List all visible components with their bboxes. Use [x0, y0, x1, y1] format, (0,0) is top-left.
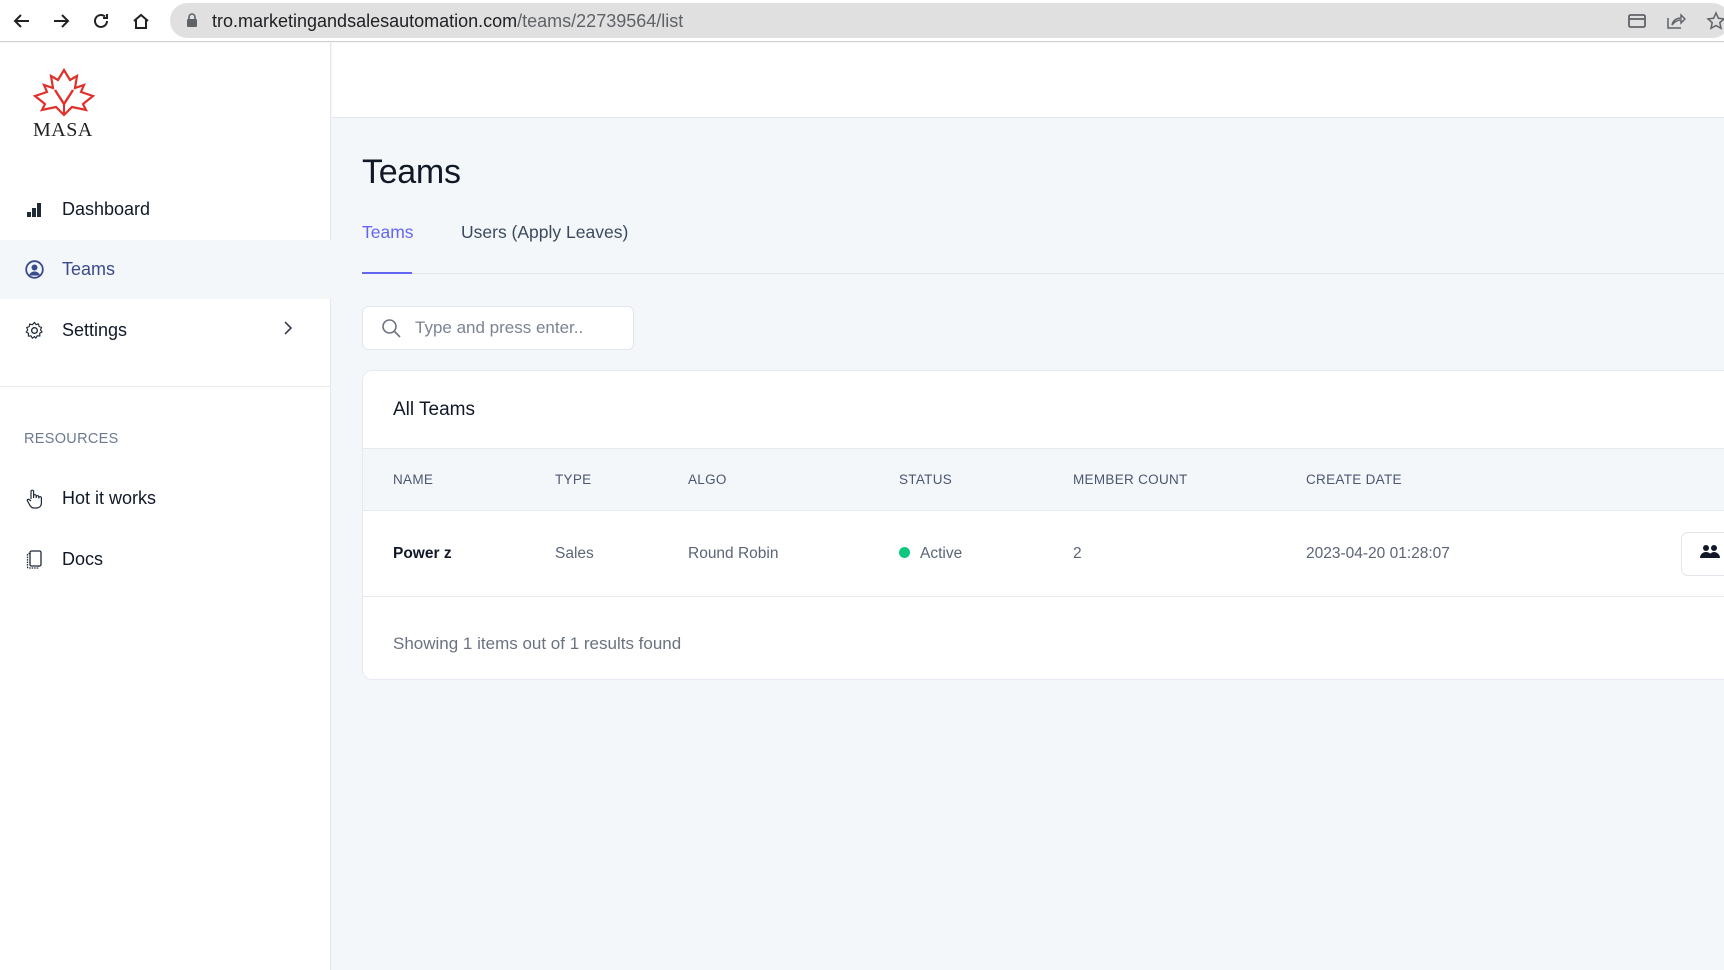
tab-search-icon[interactable] [1626, 10, 1648, 32]
sidebar-item-label: Settings [62, 320, 128, 340]
document-icon [24, 550, 44, 570]
search-input[interactable] [415, 315, 625, 341]
maple-leaf-icon [32, 68, 96, 117]
tab-teams[interactable]: Teams [362, 222, 414, 274]
lock-icon [186, 13, 198, 33]
cell-create-date: 2023-04-20 01:28:07 [1306, 545, 1450, 562]
sidebar-item-docs[interactable]: Docs [0, 530, 331, 589]
sidebar-item-label: Hot it works [62, 488, 157, 508]
address-bar[interactable]: tro.marketingandsalesautomation.com/team… [170, 3, 1724, 38]
sidebar-divider [0, 386, 331, 387]
table-header: NAME TYPE ALGO STATUS MEMBER COUNT CREAT… [363, 448, 1724, 511]
back-arrow-icon[interactable] [8, 7, 36, 35]
cell-status: Active [899, 545, 962, 563]
logo-text: MASA [33, 119, 93, 141]
top-header-bar [332, 43, 1724, 118]
browser-toolbar: tro.marketingandsalesautomation.com/team… [0, 0, 1724, 42]
cell-member-count: 2 [1073, 545, 1082, 562]
cell-algo: Round Robin [688, 545, 779, 562]
column-header-name[interactable]: NAME [393, 472, 433, 487]
sidebar-item-settings[interactable]: Settings [0, 301, 331, 360]
search-box [362, 306, 634, 350]
user-circle-icon [24, 260, 44, 280]
card-title: All Teams [393, 399, 476, 420]
column-header-type[interactable]: TYPE [555, 472, 591, 487]
reload-icon[interactable] [87, 7, 115, 35]
sidebar-item-label: Teams [62, 259, 116, 279]
cell-type: Sales [555, 545, 594, 562]
status-dot-icon [899, 547, 910, 558]
bar-chart-icon [24, 200, 44, 220]
resources-heading: RESOURCES [24, 431, 119, 447]
pointer-hand-icon [24, 489, 44, 509]
home-icon[interactable] [127, 7, 155, 35]
column-header-status[interactable]: STATUS [899, 472, 952, 487]
sidebar-item-label: Dashboard [62, 199, 151, 219]
team-members-button[interactable] [1681, 532, 1724, 576]
column-header-algo[interactable]: ALGO [688, 472, 727, 487]
chevron-right-icon[interactable] [283, 320, 293, 341]
table-row[interactable]: Power z Sales Round Robin Active 2 2023-… [363, 511, 1724, 597]
sidebar-item-dashboard[interactable]: Dashboard [0, 180, 331, 239]
forward-arrow-icon[interactable] [47, 7, 75, 35]
all-teams-card: All Teams NAME TYPE ALGO STATUS MEMBER C… [362, 370, 1724, 680]
url-text[interactable]: tro.marketingandsalesautomation.com/team… [212, 11, 683, 32]
team-members-icon [1700, 544, 1720, 565]
sidebar-item-label: Docs [62, 549, 104, 569]
sidebar-item-how-it-works[interactable]: Hot it works [0, 469, 331, 528]
results-summary: Showing 1 items out of 1 results found [393, 634, 682, 653]
tab-users-apply-leaves[interactable]: Users (Apply Leaves) [461, 222, 628, 274]
tab-bar: Teams Users (Apply Leaves) [362, 222, 1724, 274]
column-header-create-date[interactable]: CREATE DATE [1306, 472, 1402, 487]
page-title: Teams [362, 153, 461, 191]
masa-logo[interactable]: MASA [26, 68, 102, 146]
bookmark-star-icon[interactable] [1705, 10, 1724, 32]
cell-name[interactable]: Power z [393, 545, 452, 563]
share-icon[interactable] [1665, 10, 1687, 32]
sidebar-item-teams[interactable]: Teams [0, 240, 331, 299]
search-icon [381, 318, 402, 344]
sidebar: MASA Dashboard Teams Settings RESOURCES … [0, 43, 331, 970]
column-header-member-count[interactable]: MEMBER COUNT [1073, 472, 1188, 487]
gear-icon [24, 321, 44, 341]
status-badge: Active [920, 545, 963, 562]
